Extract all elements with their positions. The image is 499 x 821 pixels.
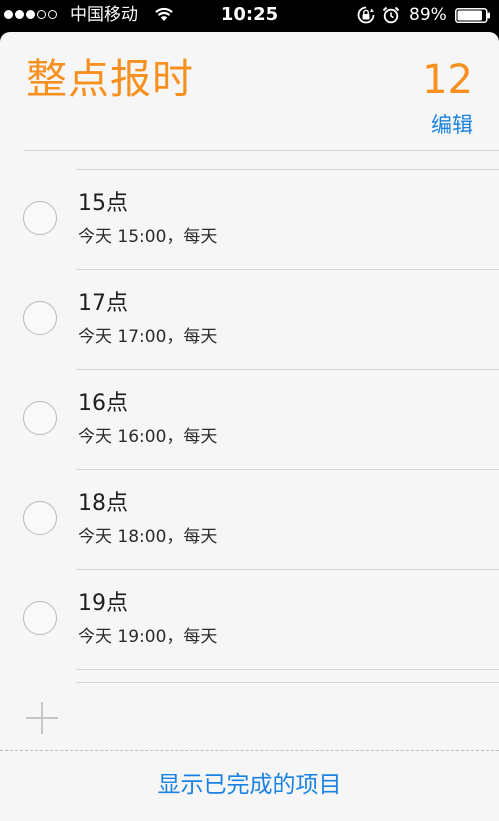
reminder-list: 15点 今天 15:00，每天 17点 今天 17:00，每天 16点 今天 1…	[0, 170, 499, 670]
reminder-item[interactable]: 16点 今天 16:00，每天	[23, 370, 499, 470]
status-bar: 中国移动 10:25 89%	[0, 0, 499, 30]
reminder-title: 19点	[78, 591, 128, 616]
reminder-due-repeat: 今天 15:00，每天	[78, 227, 218, 247]
reminder-title: 17点	[78, 291, 128, 316]
edit-button[interactable]: 编辑	[431, 112, 473, 138]
reminder-list-card: 整点报时 12 编辑 15点 今天 15:00，每天 17点 今天 17:00，…	[0, 32, 499, 821]
complete-checkbox[interactable]	[23, 401, 57, 435]
reminder-item[interactable]: 18点 今天 18:00，每天	[23, 470, 499, 570]
plus-icon[interactable]	[26, 702, 58, 734]
complete-checkbox[interactable]	[23, 501, 57, 535]
reminder-title: 16点	[78, 391, 128, 416]
reminder-title: 18点	[78, 491, 128, 516]
show-completed-button[interactable]: 显示已完成的项目	[0, 770, 499, 800]
reminder-item[interactable]: 15点 今天 15:00，每天	[23, 170, 499, 270]
reminder-due-repeat: 今天 16:00，每天	[78, 427, 218, 447]
complete-checkbox[interactable]	[23, 301, 57, 335]
divider	[24, 150, 499, 151]
reminder-item[interactable]: 17点 今天 17:00，每天	[23, 270, 499, 370]
reminder-item[interactable]: 19点 今天 19:00，每天	[23, 570, 499, 670]
battery-icon	[455, 8, 490, 23]
reminder-due-repeat: 今天 18:00，每天	[78, 527, 218, 547]
alarm-icon	[382, 6, 400, 24]
reminder-title: 15点	[78, 191, 128, 216]
divider	[76, 682, 499, 683]
reminders-screen: 中国移动 10:25 89% 整点报时 12 编辑 15点 今天 15:00，每…	[0, 0, 499, 821]
battery-percentage: 89%	[409, 5, 447, 25]
complete-checkbox[interactable]	[23, 201, 57, 235]
complete-checkbox[interactable]	[23, 601, 57, 635]
dashed-divider	[0, 750, 499, 751]
reminder-due-repeat: 今天 17:00，每天	[78, 327, 218, 347]
rotation-lock-icon	[357, 6, 375, 24]
reminder-due-repeat: 今天 19:00，每天	[78, 627, 218, 647]
list-title: 整点报时	[26, 55, 194, 103]
reminder-count: 12	[422, 57, 473, 103]
